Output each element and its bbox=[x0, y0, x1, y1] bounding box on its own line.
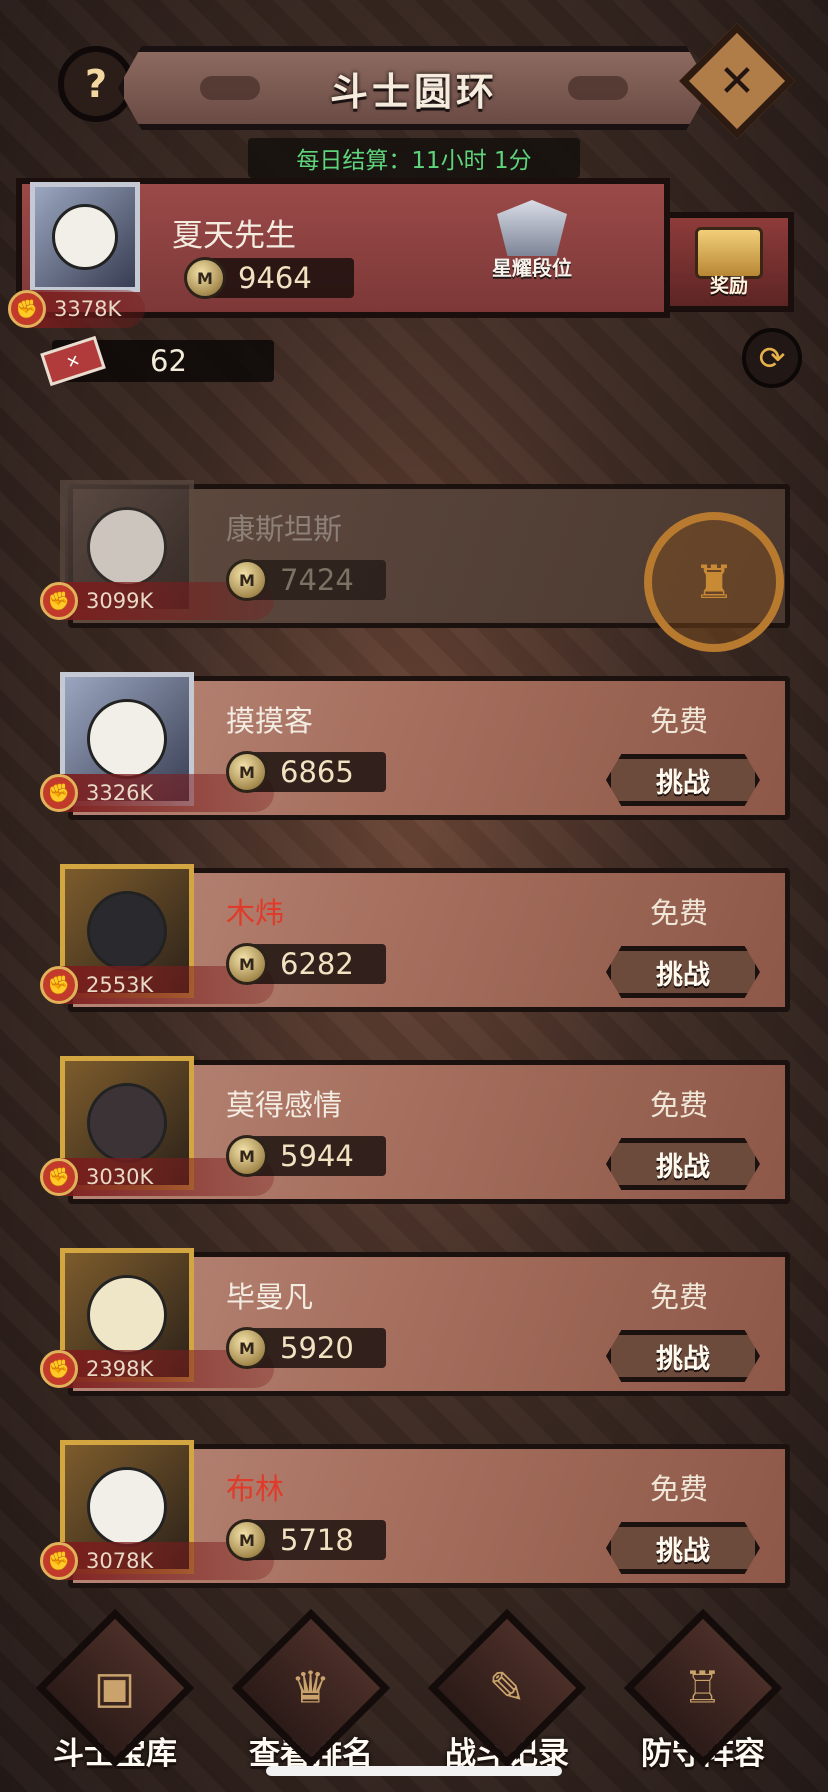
opponent-name: 莫得感情 bbox=[226, 1088, 343, 1122]
nav-fighter-vault[interactable]: ▣ 斗士宝库 bbox=[22, 1608, 208, 1792]
avatar-portrait bbox=[86, 1082, 168, 1164]
reward-label: 奖励 bbox=[709, 274, 748, 297]
score-medal-icon: M bbox=[184, 257, 226, 299]
scroll-icon: ✎ bbox=[488, 1662, 526, 1714]
free-label: 免费 bbox=[650, 896, 709, 930]
opponent-score: M 6282 bbox=[226, 943, 386, 985]
refresh-button[interactable]: ⟳ bbox=[742, 328, 802, 388]
fist-icon: ✊ bbox=[40, 1158, 78, 1196]
fist-icon: ✊ bbox=[40, 774, 78, 812]
opponent-power-value: 2553K bbox=[86, 973, 154, 997]
opponent-score-value: 5944 bbox=[280, 1139, 354, 1173]
opponent-power-value: 3078K bbox=[86, 1549, 154, 1573]
score-medal-icon: M bbox=[226, 751, 268, 793]
free-label: 免费 bbox=[650, 1088, 709, 1122]
challenge-button[interactable]: 挑战 bbox=[606, 1330, 760, 1382]
fist-icon: ✊ bbox=[40, 966, 78, 1004]
treasure-chest-icon: ▣ bbox=[94, 1662, 136, 1714]
challenge-ticket-counter: ✕ 62 bbox=[40, 335, 274, 387]
opponent-name: 布林 bbox=[226, 1472, 285, 1506]
player-score-value: 9464 bbox=[238, 261, 312, 295]
opponent-score: M 6865 bbox=[226, 751, 386, 793]
ticket-count: 62 bbox=[150, 344, 187, 378]
avatar-portrait bbox=[86, 506, 168, 588]
avatar-portrait bbox=[86, 698, 168, 780]
player-power-badge: ✊ 3378K bbox=[8, 290, 146, 328]
nav-defense-lineup[interactable]: ♖ 防守阵容 bbox=[610, 1608, 796, 1792]
opponent-card: ✊ 3078K 布林 M 5718 免费 挑战 bbox=[40, 1430, 790, 1588]
question-icon: ? bbox=[84, 62, 108, 106]
opponent-score: M 5944 bbox=[226, 1135, 386, 1177]
opponent-score-value: 6865 bbox=[280, 755, 354, 789]
avatar-portrait bbox=[52, 204, 118, 270]
rank-emblem[interactable]: 星耀段位 bbox=[484, 200, 580, 286]
daily-settlement-timer: 每日结算：11小时 1分 bbox=[248, 138, 580, 178]
free-label: 免费 bbox=[650, 1472, 709, 1506]
opponent-score-value: 6282 bbox=[280, 947, 354, 981]
free-label: 免费 bbox=[650, 1280, 709, 1314]
free-label: 免费 bbox=[650, 704, 709, 738]
opponent-card: ✊ 3326K 摸摸客 M 6865 免费 挑战 bbox=[40, 662, 790, 820]
score-medal-icon: M bbox=[226, 943, 268, 985]
opponent-score: M 5718 bbox=[226, 1519, 386, 1561]
refresh-icon: ⟳ bbox=[758, 339, 786, 377]
opponent-score-value: 5718 bbox=[280, 1523, 354, 1557]
opponent-card: ✊ 3030K 莫得感情 M 5944 免费 挑战 bbox=[40, 1046, 790, 1204]
fist-icon: ✊ bbox=[8, 290, 46, 328]
tower-icon: ♖ bbox=[683, 1662, 723, 1714]
score-medal-icon: M bbox=[226, 559, 268, 601]
opponent-card: ✊ 3099K 康斯坦斯 M 7424 ♜ bbox=[40, 470, 790, 652]
fist-icon: ✊ bbox=[40, 582, 78, 620]
challenge-button[interactable]: 挑战 bbox=[606, 1522, 760, 1574]
score-medal-icon: M bbox=[226, 1519, 268, 1561]
opponent-card: ✊ 2398K 毕曼凡 M 5920 免费 挑战 bbox=[40, 1238, 790, 1396]
opponent-power-value: 3099K bbox=[86, 589, 154, 613]
player-power-value: 3378K bbox=[54, 297, 122, 321]
opponent-name: 康斯坦斯 bbox=[226, 512, 343, 546]
opponent-power-value: 2398K bbox=[86, 1357, 154, 1381]
fist-icon: ✊ bbox=[40, 1542, 78, 1580]
reward-button[interactable]: 奖励 bbox=[664, 212, 794, 312]
trophy-icon: ♛ bbox=[291, 1662, 331, 1714]
opponent-card: ✊ 2553K 木炜 M 6282 免费 挑战 bbox=[40, 854, 790, 1012]
opponent-name: 摸摸客 bbox=[226, 704, 314, 738]
opponent-name: 木炜 bbox=[226, 896, 285, 930]
rank-label: 星耀段位 bbox=[492, 256, 572, 280]
close-icon: ✕ bbox=[718, 55, 756, 107]
challenge-button[interactable]: 挑战 bbox=[606, 946, 760, 998]
avatar-portrait bbox=[86, 1274, 168, 1356]
opponent-score: M 7424 bbox=[226, 559, 386, 601]
opponent-name: 毕曼凡 bbox=[226, 1280, 314, 1314]
player-name: 夏天先生 bbox=[172, 218, 296, 254]
player-avatar[interactable] bbox=[30, 182, 140, 292]
defeated-seal-icon: ♜ bbox=[644, 512, 784, 652]
left-flourish-icon bbox=[200, 76, 260, 100]
avatar-portrait bbox=[86, 890, 168, 972]
opponent-score-value: 5920 bbox=[280, 1331, 354, 1365]
avatar-portrait bbox=[86, 1466, 168, 1548]
opponent-score-value: 7424 bbox=[280, 563, 354, 597]
score-medal-icon: M bbox=[226, 1135, 268, 1177]
right-flourish-icon bbox=[568, 76, 628, 100]
score-medal-icon: M bbox=[226, 1327, 268, 1369]
title-banner: 斗士圆环 bbox=[118, 46, 710, 130]
home-indicator[interactable] bbox=[266, 1766, 562, 1776]
fist-icon: ✊ bbox=[40, 1350, 78, 1388]
opponent-power-value: 3326K bbox=[86, 781, 154, 805]
opponent-power-value: 3030K bbox=[86, 1165, 154, 1189]
player-score: M 9464 bbox=[184, 257, 354, 299]
page-title: 斗士圆环 bbox=[329, 69, 498, 114]
challenge-button[interactable]: 挑战 bbox=[606, 754, 760, 806]
star-rank-crest-icon bbox=[497, 200, 567, 256]
challenge-button[interactable]: 挑战 bbox=[606, 1138, 760, 1190]
opponent-score: M 5920 bbox=[226, 1327, 386, 1369]
